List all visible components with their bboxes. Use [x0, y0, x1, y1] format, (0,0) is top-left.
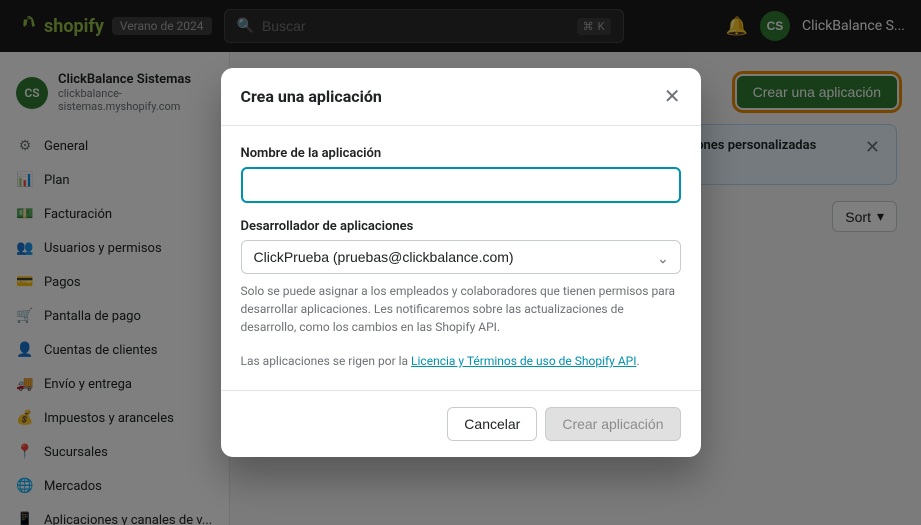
- modal: Crea una aplicación ✕ Nombre de la aplic…: [221, 68, 701, 457]
- app-name-group: Nombre de la aplicación: [241, 146, 681, 203]
- modal-title: Crea una aplicación: [241, 87, 382, 106]
- app-name-input[interactable]: [241, 167, 681, 203]
- legal-text: Las aplicaciones se rigen por la Licenci…: [241, 352, 681, 370]
- modal-overlay[interactable]: Crea una aplicación ✕ Nombre de la aplic…: [0, 0, 921, 525]
- developer-select[interactable]: ClickPrueba (pruebas@clickbalance.com): [241, 240, 681, 274]
- developer-help-text: Solo se puede asignar a los empleados y …: [241, 282, 681, 336]
- legal-link[interactable]: Licencia y Términos de uso de Shopify AP…: [411, 354, 636, 368]
- modal-footer: Cancelar Crear aplicación: [221, 390, 701, 457]
- cancel-button[interactable]: Cancelar: [447, 407, 537, 441]
- modal-body: Nombre de la aplicación Desarrollador de…: [221, 126, 701, 390]
- modal-close-button[interactable]: ✕: [664, 84, 681, 109]
- developer-label: Desarrollador de aplicaciones: [241, 219, 681, 234]
- modal-header: Crea una aplicación ✕: [221, 68, 701, 126]
- developer-select-wrapper: ClickPrueba (pruebas@clickbalance.com): [241, 240, 681, 274]
- developer-group: Desarrollador de aplicaciones ClickPrueb…: [241, 219, 681, 336]
- create-app-modal-button[interactable]: Crear aplicación: [545, 407, 680, 441]
- app-name-label: Nombre de la aplicación: [241, 146, 681, 161]
